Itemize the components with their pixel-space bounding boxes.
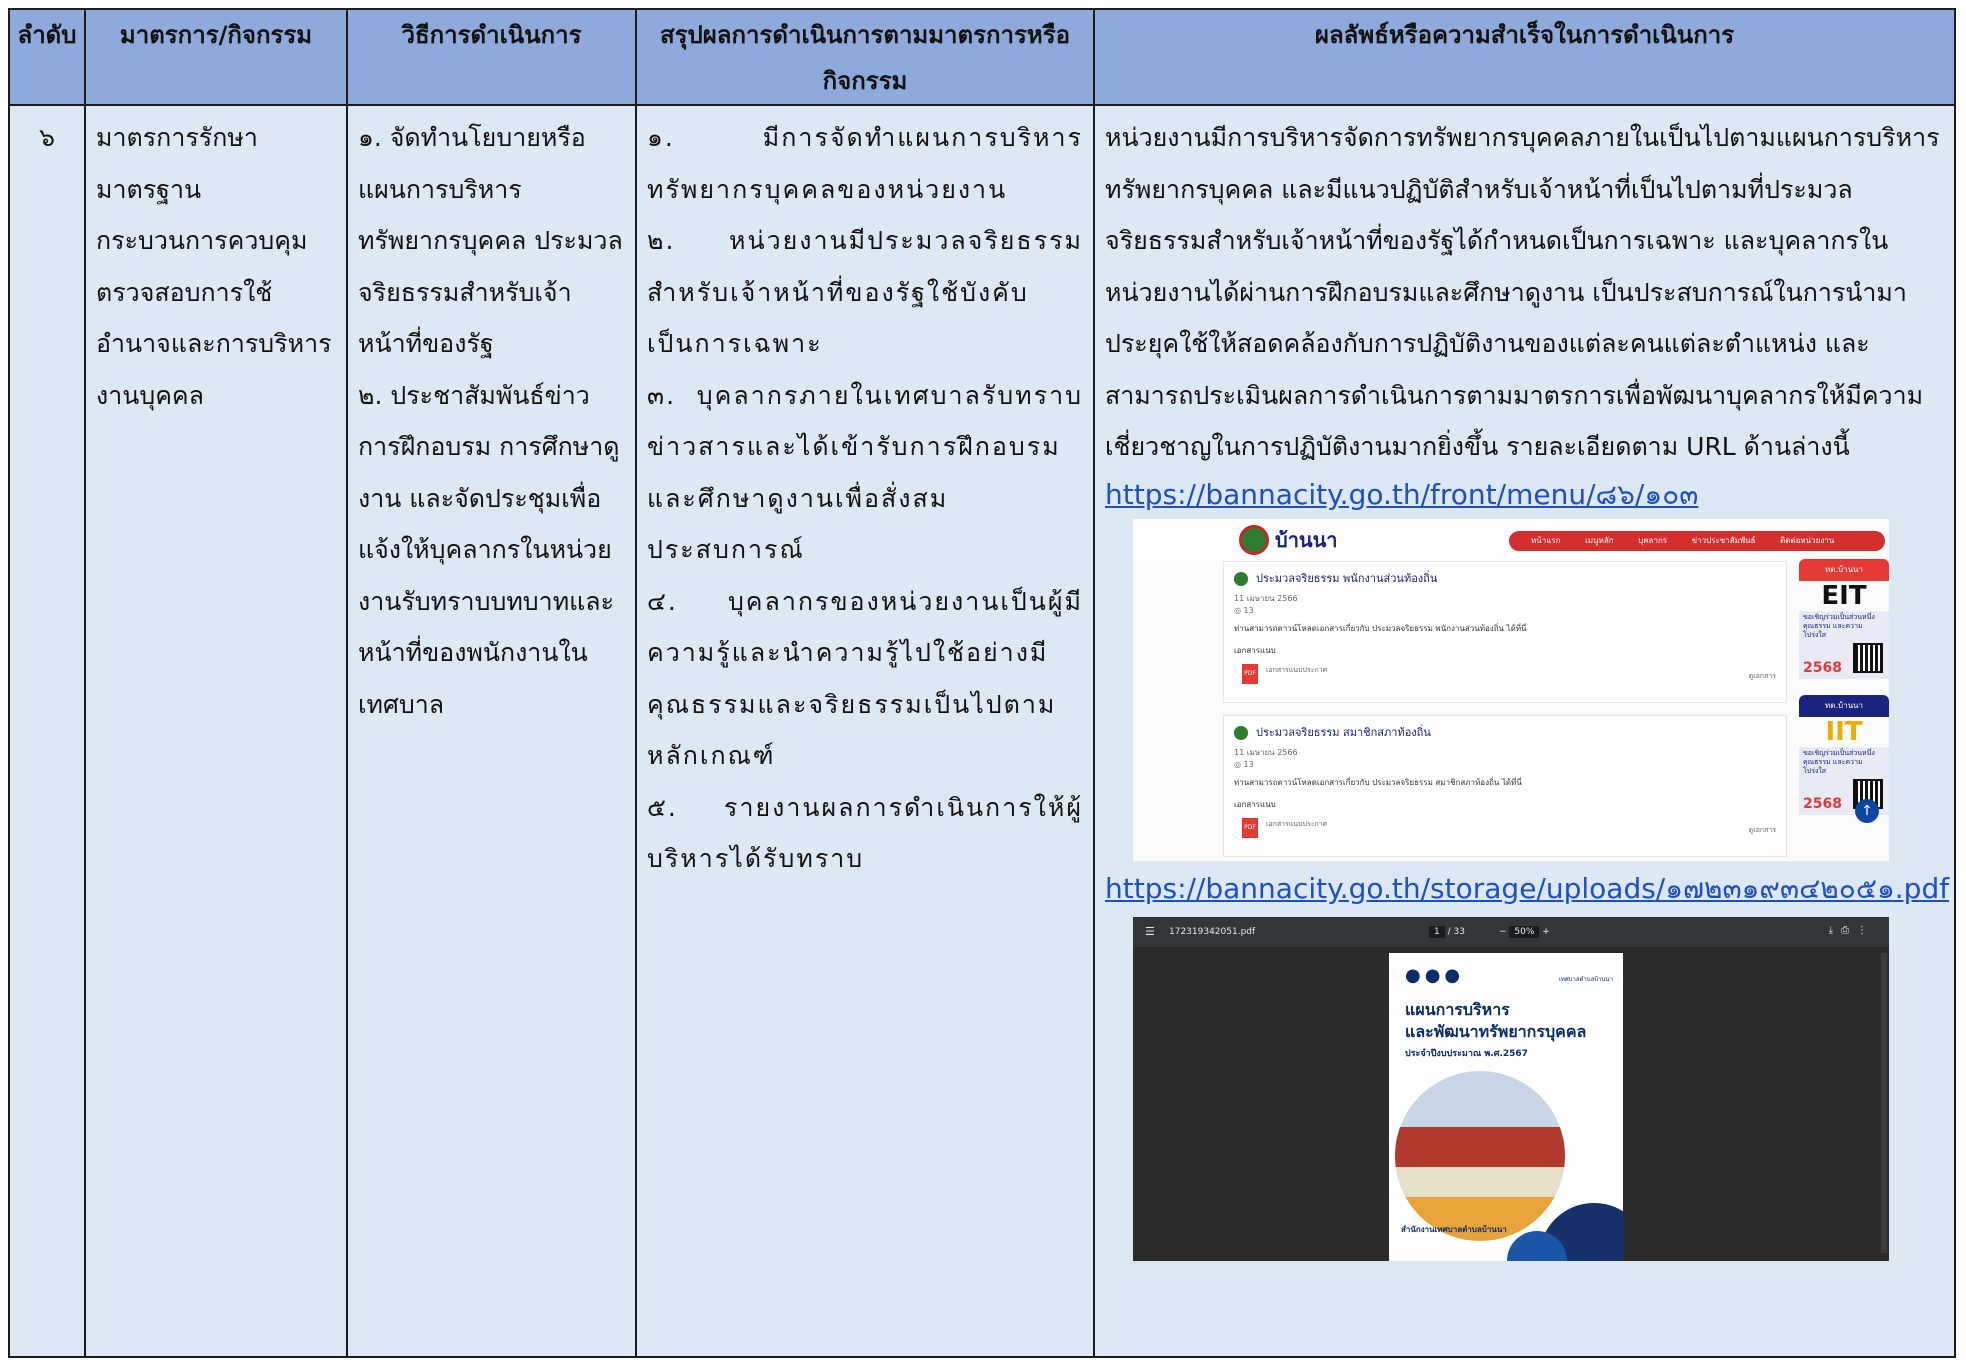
pdf-title-1: แผนการบริหาร bbox=[1405, 999, 1510, 1019]
building-photo bbox=[1395, 1070, 1565, 1241]
decor-dots: ●●● bbox=[1405, 964, 1465, 986]
menu-item[interactable]: หน้าแรก bbox=[1531, 536, 1561, 545]
header-measure: มาตรการ/กิจกรรม bbox=[84, 8, 348, 106]
table-header-row: ลำดับ มาตรการ/กิจกรรม วิธีการดำเนินการ ส… bbox=[8, 8, 1956, 106]
pdf-icon[interactable]: PDF bbox=[1242, 663, 1258, 684]
card-views: ◎ 13 bbox=[1234, 759, 1254, 769]
card-description: ท่านสามารถดาวน์โหลดเอกสารเกี่ยวกับ ประมว… bbox=[1234, 623, 1527, 633]
summary-item-5: ๕. รายงานผลการดำเนินการให้ผู้บริหารได้รั… bbox=[647, 792, 1083, 874]
card-view-link[interactable]: ดูเอกสาร bbox=[1749, 824, 1776, 837]
method-cell: ๑. จัดทำนโยบายหรือแผนการบริหารทรัพยากรบุ… bbox=[346, 104, 637, 1358]
pdf-office: สำนักงานเทศบาลตำบลบ้านนา bbox=[1401, 1224, 1507, 1234]
site-menu: หน้าแรก เมนูหลัก บุคลากร ข่าวประชาสัมพัน… bbox=[1509, 530, 1885, 551]
card-views: ◎ 13 bbox=[1234, 605, 1254, 615]
pdf-title-3: ประจำปีงบประมาณ พ.ศ.2567 bbox=[1405, 1048, 1528, 1059]
pdf-toolbar: ☰ 172319342051.pdf 1 / 33 − 50% + ⤓⎙⋮ bbox=[1133, 916, 1889, 947]
iit-badge[interactable]: ทต.บ้านนา IIT ขอเชิญร่วมเป็นส่วนหนึ่ง คุ… bbox=[1799, 694, 1889, 815]
qr-code-icon bbox=[1853, 642, 1883, 673]
card-title: ประมวลจริยธรรม พนักงานส่วนท้องถิ่น bbox=[1256, 571, 1438, 585]
measure-cell: มาตรการรักษามาตรฐาน กระบวนการควบคุม ตรวจ… bbox=[84, 104, 348, 1358]
badge-body: ขอเชิญร่วมเป็นส่วนหนึ่ง คุณธรรม และความโ… bbox=[1799, 610, 1889, 679]
summary-item-4: ๔. บุคลากรของหน่วยงานเป็นผู้มีความรู้และ… bbox=[647, 586, 1083, 771]
badge-year: 2568 bbox=[1803, 795, 1842, 812]
badge-top: ทต.บ้านนา bbox=[1799, 558, 1889, 581]
zoom-control[interactable]: − 50% + bbox=[1499, 925, 1550, 939]
download-print-icons[interactable]: ⤓⎙⋮ bbox=[1829, 924, 1875, 938]
card-title: ประมวลจริยธรรม สมาชิกสภาท้องถิ่น bbox=[1256, 725, 1431, 739]
header-method: วิธีการดำเนินการ bbox=[346, 8, 637, 106]
table-row: ๖ มาตรการรักษามาตรฐาน กระบวนการควบคุม ตร… bbox=[8, 104, 1956, 1358]
menu-item[interactable]: ติดต่อหน่วยงาน bbox=[1780, 536, 1834, 545]
url-link-2[interactable]: https://bannacity.go.th/storage/uploads/… bbox=[1105, 867, 1949, 911]
card-doc-label: เอกสารแนบ bbox=[1234, 799, 1276, 809]
menu-item[interactable]: เมนูหลัก bbox=[1585, 536, 1614, 545]
site-logo-text: บ้านนา bbox=[1275, 527, 1338, 552]
site-header: บ้านนา หน้าแรก เมนูหลัก บุคลากร ข่าวประช… bbox=[1133, 518, 1889, 559]
card-description: ท่านสามารถดาวน์โหลดเอกสารเกี่ยวกับ ประมว… bbox=[1234, 777, 1522, 787]
pdf-org: เทศบาลตำบลบ้านนา bbox=[1558, 975, 1613, 983]
menu-item[interactable]: ข่าวประชาสัมพันธ์ bbox=[1692, 536, 1756, 545]
summary-item-3: ๓. บุคลากรภายในเทศบาลรับทราบข่าวสารและได… bbox=[647, 380, 1083, 565]
card-file-name[interactable]: เอกสารแนบประกาศ bbox=[1266, 818, 1327, 831]
measure-text: มาตรการรักษามาตรฐาน กระบวนการควบคุม ตรวจ… bbox=[96, 123, 332, 410]
scrollbar[interactable] bbox=[1881, 952, 1887, 1253]
header-result: ผลลัพธ์หรือความสำเร็จในการดำเนินการ bbox=[1093, 8, 1956, 106]
website-screenshot: บ้านนา หน้าแรก เมนูหลัก บุคลากร ข่าวประช… bbox=[1133, 518, 1889, 861]
badge-title: EIT bbox=[1821, 580, 1867, 611]
pdf-icon[interactable]: PDF bbox=[1242, 817, 1258, 838]
page-indicator[interactable]: 1 / 33 bbox=[1429, 925, 1465, 939]
eit-badge[interactable]: ทต.บ้านนา EIT ขอเชิญร่วมเป็นส่วนหนึ่ง คุ… bbox=[1799, 558, 1889, 679]
measures-table: ลำดับ มาตรการ/กิจกรรม วิธีการดำเนินการ ส… bbox=[8, 8, 1956, 1358]
badge-top: ทต.บ้านนา bbox=[1799, 694, 1889, 717]
pdf-file-name: 172319342051.pdf bbox=[1169, 926, 1256, 937]
summary-cell: ๑. มีการจัดทำแผนการบริหารทรัพยากรบุคคลขอ… bbox=[635, 104, 1095, 1358]
header-number: ลำดับ bbox=[8, 8, 86, 106]
seal-icon bbox=[1234, 571, 1248, 586]
pdf-title-2: และพัฒนาทรัพยากรบุคคล bbox=[1405, 1021, 1587, 1041]
badge-year: 2568 bbox=[1803, 659, 1842, 676]
method-item-1: ๑. จัดทำนโยบายหรือแผนการบริหารทรัพยากรบุ… bbox=[358, 123, 623, 358]
pdf-page: ●●● เทศบาลตำบลบ้านนา แผนการบริหาร และพัฒ… bbox=[1389, 952, 1623, 1261]
document-page: ลำดับ มาตรการ/กิจกรรม วิธีการดำเนินการ ส… bbox=[0, 0, 1966, 1372]
seal-icon bbox=[1234, 725, 1248, 740]
result-text: หน่วยงานมีการบริหารจัดการทรัพยากรบุคคลภา… bbox=[1105, 123, 1940, 461]
scroll-top-arrow-icon[interactable]: ↑ bbox=[1855, 798, 1879, 823]
summary-item-2: ๒. หน่วยงานมีประมวลจริยธรรมสำหรับเจ้าหน้… bbox=[647, 226, 1083, 358]
ethics-card-council[interactable]: ประมวลจริยธรรม สมาชิกสภาท้องถิ่น 11 เมษา… bbox=[1223, 714, 1787, 857]
municipal-seal-icon bbox=[1239, 524, 1269, 555]
menu-icon[interactable]: ☰ bbox=[1145, 925, 1155, 939]
pdf-viewer-screenshot: ☰ 172319342051.pdf 1 / 33 − 50% + ⤓⎙⋮ ●●… bbox=[1133, 916, 1889, 1261]
card-doc-label: เอกสารแนบ bbox=[1234, 645, 1276, 655]
card-view-link[interactable]: ดูเอกสาร bbox=[1749, 670, 1776, 683]
card-file-name[interactable]: เอกสารแนบประกาศ bbox=[1266, 664, 1327, 677]
menu-item[interactable]: บุคลากร bbox=[1638, 536, 1667, 545]
ethics-card-local-staff[interactable]: ประมวลจริยธรรม พนักงานส่วนท้องถิ่น 11 เม… bbox=[1223, 560, 1787, 703]
summary-item-1: ๑. มีการจัดทำแผนการบริหารทรัพยากรบุคคลขอ… bbox=[647, 123, 1083, 204]
method-item-2: ๒. ประชาสัมพันธ์ข่าวการฝึกอบรม การศึกษาด… bbox=[358, 380, 620, 719]
badge-title: IIT bbox=[1825, 716, 1863, 747]
header-summary: สรุปผลการดำเนินการตามมาตรการหรือกิจกรรม bbox=[635, 8, 1095, 106]
row-number: ๖ bbox=[8, 104, 86, 1358]
result-cell: หน่วยงานมีการบริหารจัดการทรัพยากรบุคคลภา… bbox=[1093, 104, 1956, 1358]
url-link-1[interactable]: https://bannacity.go.th/front/menu/๘๖/๑๐… bbox=[1105, 473, 1944, 517]
